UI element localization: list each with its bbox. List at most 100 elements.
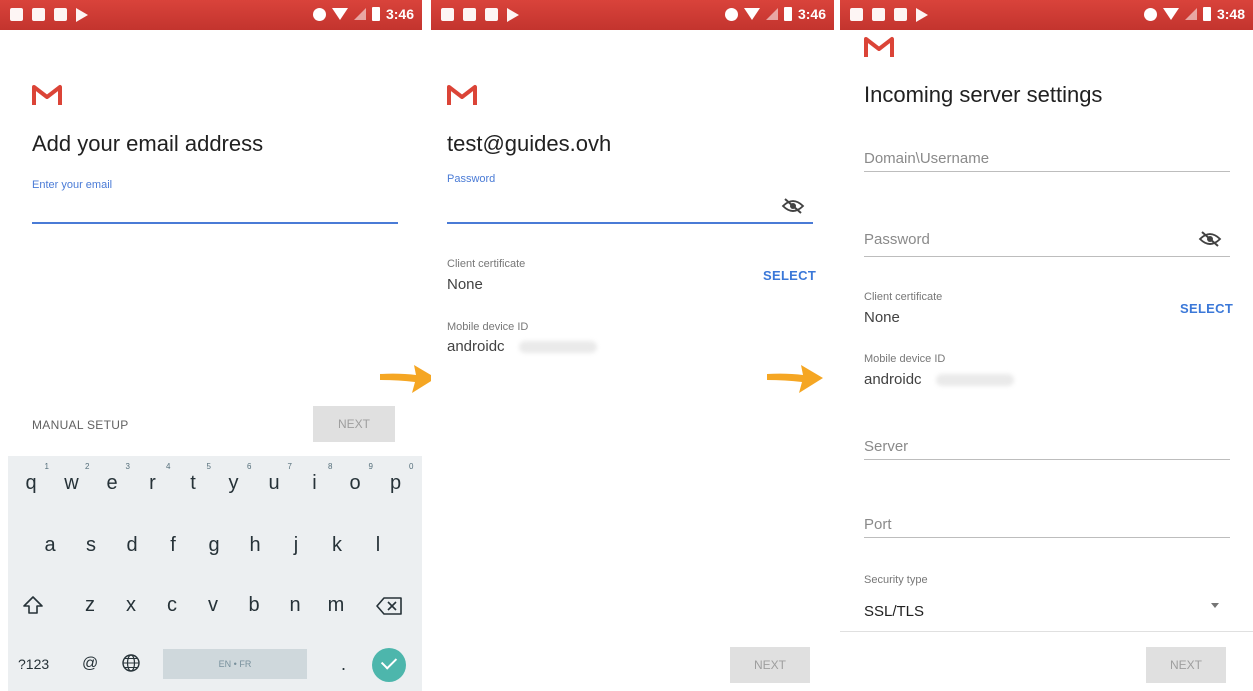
username-input-line [864,171,1230,172]
key-t[interactable]: t5 [178,462,211,495]
notification-icons [441,8,519,22]
email-input[interactable] [32,222,398,224]
page-title: Add your email address [32,131,264,156]
signal-icon [353,8,366,20]
key-y[interactable]: y6 [219,462,252,495]
space-key[interactable]: EN • FR [163,649,307,679]
key-h[interactable]: h [240,534,270,557]
username-field[interactable]: Domain\Username [864,150,989,167]
eye-off-icon[interactable] [1198,231,1222,247]
select-certificate-button[interactable]: SELECT [1180,301,1233,316]
device-id-value: androidc [864,371,922,388]
key-o[interactable]: o9 [340,462,373,495]
device-id-label: Mobile device ID [864,353,946,365]
key-j[interactable]: j [281,534,311,557]
manual-setup-button[interactable]: MANUAL SETUP [32,418,129,432]
image-icon [32,8,45,21]
screen-add-email: 3:46 Add your email address Enter your e… [0,0,422,691]
key-p[interactable]: p0 [381,462,414,495]
key-b[interactable]: b [239,594,269,617]
key-x[interactable]: x [116,594,146,617]
password-field-label: Password [447,173,496,185]
phone-icon [894,8,907,21]
client-certificate-label: Client certificate [447,258,526,270]
system-icons: 3:48 [1143,6,1245,22]
status-bar: 3:46 [431,0,834,30]
gmail-icon [447,85,477,105]
battery-icon [371,7,380,21]
key-r[interactable]: r4 [138,462,170,495]
backspace-icon[interactable] [376,596,404,616]
client-certificate-label: Client certificate [864,291,943,303]
play-icon [507,8,519,22]
key-g[interactable]: g [199,534,229,557]
at-key[interactable]: @ [82,655,98,673]
system-icons: 3:46 [312,6,414,22]
clock: 3:46 [385,6,414,22]
email-field-label: Enter your email [32,179,113,191]
arrow-icon [380,365,436,393]
next-button[interactable]: NEXT [1146,647,1226,683]
key-n[interactable]: n [280,594,310,617]
wifi-icon [331,8,348,20]
screen-password: 3:46 test@guides.ovh Password Client cer… [431,0,834,691]
next-button[interactable]: NEXT [313,406,395,442]
key-m[interactable]: m [321,594,351,617]
clock: 3:46 [797,6,826,22]
check-icon[interactable] [372,648,406,682]
next-button[interactable]: NEXT [730,647,810,683]
key-a[interactable]: a [35,534,65,557]
key-f[interactable]: f [158,534,188,557]
key-z[interactable]: z [75,594,105,617]
wifi-icon [1162,8,1179,20]
client-certificate-value: None [864,309,900,326]
wifi-icon [743,8,760,20]
key-l[interactable]: l [363,534,393,557]
account-email: test@guides.ovh [447,131,612,156]
key-w[interactable]: w2 [57,462,89,495]
password-field[interactable]: Password [864,231,930,248]
period-key[interactable]: . [341,654,346,675]
play-icon [916,8,928,22]
password-input[interactable] [447,222,813,224]
key-e[interactable]: e3 [97,462,130,495]
phone-icon [54,8,67,21]
key-q[interactable]: q1 [16,462,49,495]
gmail-icon [864,37,894,57]
device-id-label: Mobile device ID [447,321,529,333]
redacted-device-id [936,374,1014,386]
gmail-icon [32,85,62,105]
status-bar: 3:48 [840,0,1253,30]
play-icon [76,8,88,22]
port-field[interactable]: Port [864,516,892,533]
dnd-icon [312,7,326,21]
device-id-value: androidc [447,338,505,355]
key-c[interactable]: c [157,594,187,617]
arrow-icon [767,365,823,393]
select-certificate-button[interactable]: SELECT [763,268,816,283]
key-v[interactable]: v [198,594,228,617]
clock: 3:48 [1216,6,1245,22]
key-k[interactable]: k [322,534,352,557]
page-title: Incoming server settings [864,82,1103,107]
shift-icon[interactable] [22,594,44,616]
security-type-label: Security type [864,574,928,586]
redacted-device-id [519,341,597,353]
image-icon [463,8,476,21]
notification-icon [441,8,454,21]
symbols-key[interactable]: ?123 [18,656,49,672]
key-i[interactable]: i8 [300,462,332,495]
signal-icon [1184,8,1197,20]
dropdown-caret-icon[interactable] [1211,603,1219,608]
battery-icon [783,7,792,21]
server-field[interactable]: Server [864,438,908,455]
key-u[interactable]: u7 [259,462,292,495]
security-type-select[interactable]: SSL/TLS [864,603,924,620]
password-input-line [864,256,1230,257]
dnd-icon [1143,7,1157,21]
eye-off-icon[interactable] [781,198,805,214]
globe-icon[interactable] [121,653,141,673]
key-s[interactable]: s [76,534,106,557]
key-d[interactable]: d [117,534,147,557]
status-bar: 3:46 [0,0,422,30]
